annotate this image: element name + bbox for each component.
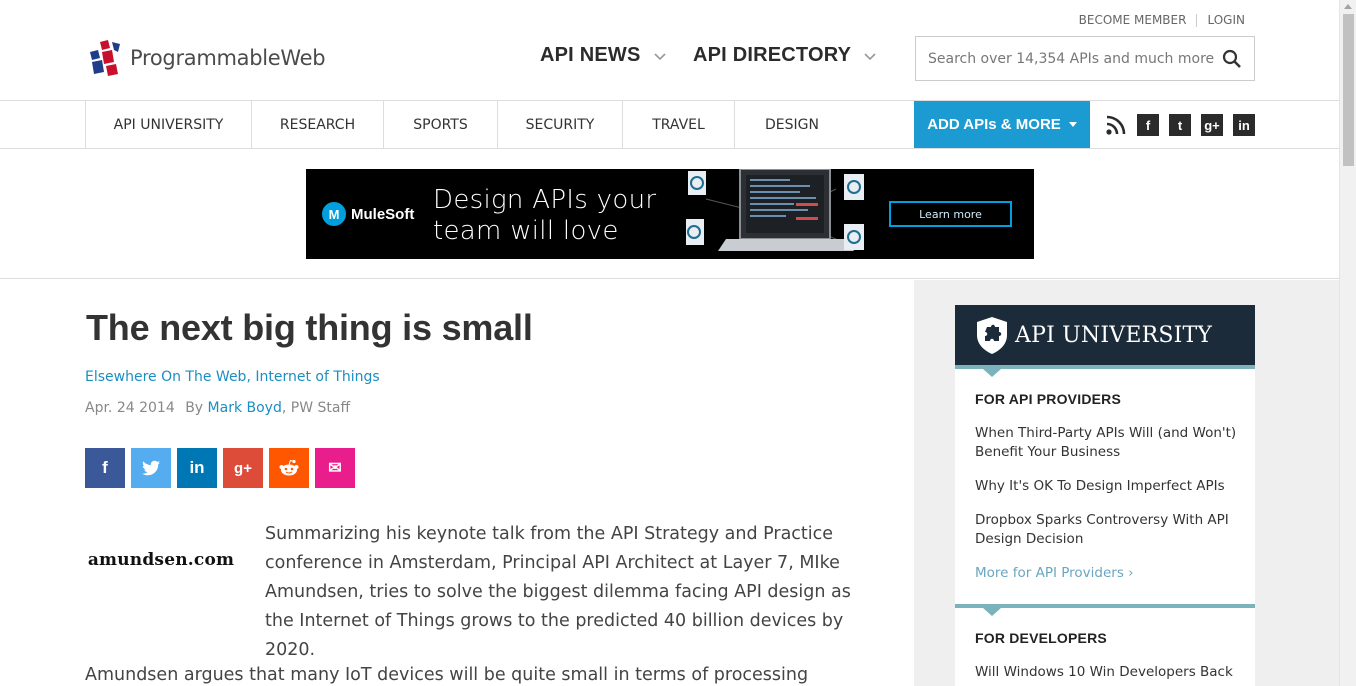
share-email-button[interactable]: ✉ [315,448,355,488]
category-navbar: API UNIVERSITY RESEARCH SPORTS SECURITY … [0,101,1339,149]
ad-brand: M MuleSoft [322,202,414,226]
share-twitter-button[interactable] [131,448,171,488]
laptop-illustration-icon [686,169,864,251]
nav-item-label: TRAVEL [652,116,705,133]
api-university-title: API UNIVERSITY [1015,322,1213,348]
more-for-api-providers-link[interactable]: More for API Providers › [975,565,1134,581]
social-links: f t g+ in [1105,114,1255,136]
section-heading-providers: FOR API PROVIDERS [975,391,1122,407]
sidebar-link[interactable]: When Third-Party APIs Will (and Won't) B… [975,424,1240,462]
facebook-icon: f [102,458,108,477]
notch [983,608,1001,616]
ad-band: M MuleSoft Design APIs your team will lo… [0,149,1339,279]
become-member-link[interactable]: BECOME MEMBER [1079,13,1187,27]
sidebar-link[interactable]: Why It's OK To Design Imperfect APIs [975,477,1240,496]
share-buttons: f in g+ ✉ [85,448,361,488]
mulesoft-logo-icon: M [322,202,346,226]
ad-brand-text: MuleSoft [351,205,415,223]
article-thumbnail: amundsen.com [85,535,237,585]
page: ProgrammableWeb BECOME MEMBER LOGIN API … [0,0,1339,686]
section-heading-developers: FOR DEVELOPERS [975,630,1107,646]
share-google-plus-button[interactable]: g+ [223,448,263,488]
nav-item-design[interactable]: DESIGN [734,101,845,148]
ad-headline-line2: team will love [433,216,619,246]
share-facebook-button[interactable]: f [85,448,125,488]
article-paragraph: Amundsen argues that many IoT devices wi… [85,665,809,685]
site-logo[interactable]: ProgrammableWeb [86,38,326,78]
login-link[interactable]: LOGIN [1207,13,1245,27]
article-title: The next big thing is small [86,307,533,348]
ad-headline: Design APIs your team will love [433,185,656,247]
nav-api-news-label: API NEWS [540,44,641,66]
ad-headline-line1: Design APIs your [433,185,657,215]
nav-api-news[interactable]: API NEWS [540,44,667,67]
article-date: Apr. 24 2014 [85,400,175,416]
nav-item-label: DESIGN [765,116,819,133]
nav-api-directory[interactable]: API DIRECTORY [693,44,877,67]
sidebar-link[interactable]: Will Windows 10 Win Developers Back [975,663,1240,682]
category-link-iot[interactable]: Internet of Things [255,369,379,385]
nav-item-label: API UNIVERSITY [113,116,224,133]
chevron-down-icon [864,52,876,60]
author-link[interactable]: Mark Boyd [208,400,282,416]
nav-item-travel[interactable]: TRAVEL [622,101,734,148]
byline-by: By [185,400,204,416]
site-header: ProgrammableWeb BECOME MEMBER LOGIN API … [0,0,1339,101]
thumbnail-text: amundsen.com [87,550,235,570]
search-icon[interactable] [1222,49,1242,69]
article-categories: Elsewhere On The Web, Internet of Things [85,369,380,385]
share-reddit-button[interactable] [269,448,309,488]
api-university-widget: API UNIVERSITY FOR API PROVIDERS When Th… [955,305,1255,686]
sidebar-link[interactable]: Dropbox Sparks Controversy With API Desi… [975,511,1240,549]
add-apis-label: ADD APIs & MORE [927,116,1061,133]
google-plus-icon: g+ [234,459,252,477]
twitter-icon [142,460,160,476]
sidebar: API UNIVERSITY FOR API PROVIDERS When Th… [914,280,1339,686]
twitter-icon[interactable]: t [1169,114,1191,136]
facebook-icon[interactable]: f [1137,114,1159,136]
nav-item-api-university[interactable]: API UNIVERSITY [85,101,251,148]
nav-item-label: SPORTS [413,116,468,133]
api-university-header[interactable]: API UNIVERSITY [955,305,1255,365]
linkedin-icon: in [189,458,205,477]
reddit-icon [279,459,299,476]
google-plus-icon[interactable]: g+ [1201,114,1223,136]
category-link-elsewhere[interactable]: Elsewhere On The Web [85,369,246,385]
nav-item-security[interactable]: SECURITY [497,101,622,148]
search-input[interactable] [928,50,1218,67]
mulesoft-ad-banner[interactable]: M MuleSoft Design APIs your team will lo… [306,169,1034,259]
chevron-down-icon [653,52,666,60]
scrollbar-thumb[interactable] [1343,14,1354,166]
nav-api-directory-label: API DIRECTORY [693,44,852,66]
rss-icon[interactable] [1105,114,1127,136]
article-main: The next big thing is small Elsewhere On… [0,280,914,686]
nav-item-research[interactable]: RESEARCH [251,101,383,148]
top-links: BECOME MEMBER LOGIN [1079,13,1245,27]
nav-item-sports[interactable]: SPORTS [383,101,497,148]
add-apis-button[interactable]: ADD APIs & MORE [914,101,1090,148]
notch [983,369,1001,377]
article-byline: Apr. 24 2014 By Mark Boyd, PW Staff [85,400,350,416]
linkedin-icon[interactable]: in [1233,114,1255,136]
category-items: API UNIVERSITY RESEARCH SPORTS SECURITY … [85,101,845,148]
email-icon: ✉ [328,460,342,477]
search-box [915,36,1255,81]
page-scrollbar[interactable] [1339,0,1356,686]
scroll-up-icon[interactable] [1344,4,1352,9]
ad-learn-more-button[interactable]: Learn more [889,201,1012,227]
logo-text: ProgrammableWeb [130,46,326,70]
shield-puzzle-icon [977,317,1007,354]
divider [1196,13,1198,27]
author-role: , PW Staff [281,400,351,416]
article-intro: Summarizing his keynote talk from the AP… [265,524,851,660]
nav-item-label: RESEARCH [279,116,356,133]
nav-item-label: SECURITY [525,116,595,133]
caret-down-icon [1068,122,1077,127]
share-linkedin-button[interactable]: in [177,448,217,488]
logo-icon [90,40,120,76]
